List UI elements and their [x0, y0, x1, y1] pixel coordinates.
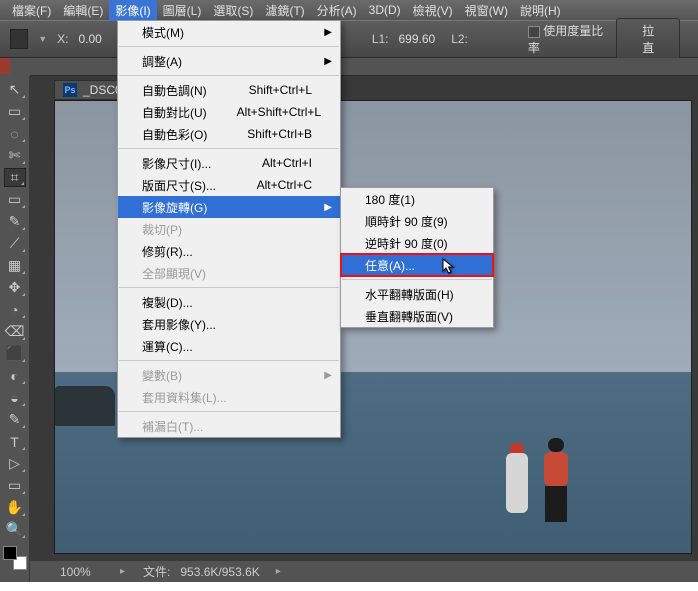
tool-13[interactable]: ◐	[4, 366, 26, 385]
tool-6[interactable]: ✎	[4, 212, 26, 231]
use-scale-checkbox[interactable]	[528, 26, 540, 38]
menubar: 檔案(F)編輯(E)影像(I)圖層(L)選取(S)濾鏡(T)分析(A)3D(D)…	[0, 0, 698, 20]
toolbox: ↖ ▭ ◌ ✄ ⌗ ▭ ✎ ⟋ ▦ ✥ ◔ ⌫ ⬛ ◐ ◒ ✎ T ▷ ▭ ✋ 🔍	[0, 76, 30, 582]
image-menu-item-12[interactable]: 修剪(R)...	[118, 240, 340, 262]
options-bar: ▼ X: 0.00 L1: 699.60 L2: 使用度量比率 拉直	[0, 20, 698, 58]
menu-選取(S)[interactable]: 選取(S)	[207, 0, 259, 21]
tool-3[interactable]: ✄	[4, 146, 26, 165]
rotate-menu-item-0[interactable]: 180 度(1)	[341, 188, 493, 210]
image-menu-item-13: 全部顯現(V)	[118, 262, 340, 284]
tool-12[interactable]: ⬛	[4, 344, 26, 363]
tool-1[interactable]: ▭	[4, 102, 26, 121]
submenu-arrow-icon: ▶	[324, 370, 332, 381]
zoom-arrow-icon[interactable]: ▸	[120, 566, 125, 577]
menu-視窗(W)[interactable]: 視窗(W)	[459, 0, 514, 21]
tool-14[interactable]: ◒	[4, 388, 26, 407]
menu-檢視(V)[interactable]: 檢視(V)	[407, 0, 459, 21]
doc-arrow-icon[interactable]: ▸	[276, 566, 281, 577]
zoom-level[interactable]: 100%	[60, 565, 110, 579]
image-menu-item-9[interactable]: 版面尺寸(S)...Alt+Ctrl+C	[118, 174, 340, 196]
rotate-menu-item-2[interactable]: 逆時針 90 度(0)	[341, 232, 493, 254]
tool-5[interactable]: ▭	[4, 190, 26, 209]
l2-label: L2:	[451, 32, 468, 46]
image-menu-item-5[interactable]: 自動對比(U)Alt+Shift+Ctrl+L	[118, 101, 340, 123]
straighten-button[interactable]: 拉直	[616, 18, 680, 60]
image-menu-item-2[interactable]: 調整(A)▶	[118, 50, 340, 72]
image-rotation-submenu: 180 度(1)順時針 90 度(9)逆時針 90 度(0)任意(A)... 水平…	[340, 187, 494, 328]
l1-value: 699.60	[399, 32, 436, 46]
l1-label: L1:	[372, 32, 389, 46]
tool-17[interactable]: ▷	[4, 454, 26, 473]
submenu-arrow-icon: ▶	[324, 202, 332, 213]
image-menu-item-20: 套用資料集(L)...	[118, 386, 340, 408]
menu-檔案(F)[interactable]: 檔案(F)	[6, 0, 57, 21]
image-menu-item-22: 補漏白(T)...	[118, 415, 340, 437]
tool-2[interactable]: ◌	[4, 124, 26, 143]
tool-11[interactable]: ⌫	[4, 322, 26, 341]
image-menu: 模式(M)▶ 調整(A)▶ 自動色調(N)Shift+Ctrl+L自動對比(U)Al…	[117, 20, 341, 438]
image-menu-item-4[interactable]: 自動色調(N)Shift+Ctrl+L	[118, 79, 340, 101]
tool-9[interactable]: ✥	[4, 278, 26, 297]
image-menu-item-11: 裁切(P)	[118, 218, 340, 240]
image-menu-item-17[interactable]: 運算(C)...	[118, 335, 340, 357]
submenu-arrow-icon: ▶	[324, 27, 332, 38]
tool-18[interactable]: ▭	[4, 476, 26, 495]
image-menu-item-0[interactable]: 模式(M)▶	[118, 21, 340, 43]
image-menu-item-19: 變數(B)▶	[118, 364, 340, 386]
menu-影像(I)[interactable]: 影像(I)	[109, 0, 156, 21]
tab-title: _DSC0	[83, 83, 122, 97]
x-value: 0.00	[78, 32, 101, 46]
ps-file-icon: Ps	[63, 83, 77, 97]
doc-size-value: 953.6K/953.6K	[180, 565, 259, 579]
rotate-menu-item-5[interactable]: 水平翻轉版面(H)	[341, 283, 493, 305]
tool-20[interactable]: 🔍	[4, 520, 26, 539]
x-label: X:	[57, 32, 68, 46]
chevron-down-icon[interactable]: ▼	[38, 34, 47, 44]
submenu-arrow-icon: ▶	[324, 56, 332, 67]
menu-分析(A)[interactable]: 分析(A)	[311, 0, 363, 21]
tool-10[interactable]: ◔	[4, 300, 26, 319]
tool-15[interactable]: ✎	[4, 410, 26, 429]
fg-bg-swatch[interactable]	[3, 546, 27, 570]
use-scale-label: 使用度量比率	[528, 24, 603, 55]
status-bar: 100% ▸ 文件: 953.6K/953.6K ▸	[30, 560, 698, 582]
image-menu-item-10[interactable]: 影像旋轉(G)▶	[118, 196, 340, 218]
menu-編輯(E)[interactable]: 編輯(E)	[57, 0, 109, 21]
tool-19[interactable]: ✋	[4, 498, 26, 517]
image-menu-item-16[interactable]: 套用影像(Y)...	[118, 313, 340, 335]
tool-swatch[interactable]	[10, 29, 28, 49]
rotate-menu-item-1[interactable]: 順時針 90 度(9)	[341, 210, 493, 232]
menu-濾鏡(T)[interactable]: 濾鏡(T)	[259, 0, 310, 21]
image-menu-item-8[interactable]: 影像尺寸(I)...Alt+Ctrl+I	[118, 152, 340, 174]
menu-3D(D)[interactable]: 3D(D)	[363, 1, 407, 19]
expand-panels-icon[interactable]	[0, 58, 10, 74]
tool-8[interactable]: ▦	[4, 256, 26, 275]
tool-0[interactable]: ↖	[4, 80, 26, 99]
tool-4[interactable]: ⌗	[4, 168, 26, 187]
tool-16[interactable]: T	[4, 432, 26, 451]
rotate-menu-item-6[interactable]: 垂直翻轉版面(V)	[341, 305, 493, 327]
image-menu-item-6[interactable]: 自動色彩(O)Shift+Ctrl+B	[118, 123, 340, 145]
tool-7[interactable]: ⟋	[4, 234, 26, 253]
image-menu-item-15[interactable]: 複製(D)...	[118, 291, 340, 313]
menu-說明(H)[interactable]: 說明(H)	[514, 0, 567, 21]
menu-圖層(L)[interactable]: 圖層(L)	[157, 0, 208, 21]
doc-size-label: 文件:	[143, 563, 170, 580]
rotate-menu-item-3[interactable]: 任意(A)...	[341, 254, 493, 276]
